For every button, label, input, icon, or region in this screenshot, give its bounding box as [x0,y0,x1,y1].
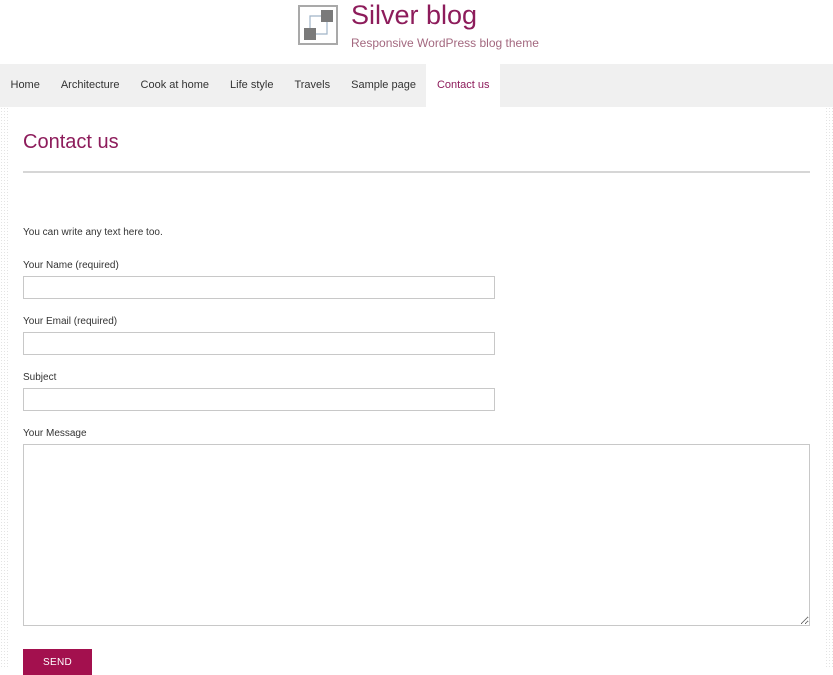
message-label: Your Message [23,428,87,439]
name-input[interactable] [23,276,495,299]
site-header: Silver blog Responsive WordPress blog th… [0,0,833,64]
nav-item-life-style[interactable]: Life style [220,64,284,107]
nav-item-architecture[interactable]: Architecture [50,64,130,107]
intro-text: You can write any text here too. [23,227,163,238]
page-edge-texture-right [825,107,833,667]
nav-list: Home Architecture Cook at home Life styl… [0,64,833,107]
main-navigation: Home Architecture Cook at home Life styl… [0,64,833,107]
subject-label: Subject [23,372,57,383]
send-button[interactable]: SEND [23,649,92,675]
site-title[interactable]: Silver blog [351,0,477,30]
nav-item-sample-page[interactable]: Sample page [341,64,427,107]
page-edge-texture-left [0,107,8,667]
message-textarea[interactable] [23,444,810,626]
subject-input[interactable] [23,388,495,411]
email-label: Your Email (required) [23,316,118,327]
title-divider [23,171,810,173]
nav-item-cook-at-home[interactable]: Cook at home [130,64,219,107]
site-tagline: Responsive WordPress blog theme [351,36,539,50]
nav-item-travels[interactable]: Travels [284,64,341,107]
page-title: Contact us [23,131,119,153]
name-label: Your Name (required) [23,260,119,271]
nav-item-contact-us[interactable]: Contact us [426,64,501,107]
nav-item-home[interactable]: Home [0,64,50,107]
email-input[interactable] [23,332,495,355]
squares-logo-icon[interactable] [298,5,338,45]
